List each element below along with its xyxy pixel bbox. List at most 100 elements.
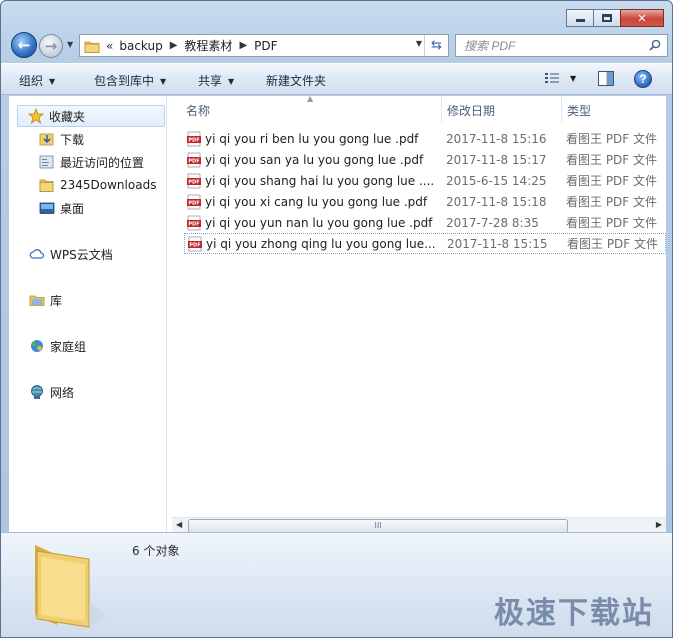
- star-icon: [27, 107, 45, 124]
- forward-button[interactable]: →: [39, 34, 63, 58]
- file-row[interactable]: PDF yi qi you san ya lu you gong lue .pdf…: [184, 149, 666, 170]
- new-folder-button[interactable]: 新建文件夹: [266, 72, 326, 89]
- file-row[interactable]: PDF yi qi you xi cang lu you gong lue .pd…: [184, 191, 666, 212]
- breadcrumb-separator-icon[interactable]: ▶: [239, 40, 247, 51]
- nav-item-label: 家庭组: [50, 339, 87, 354]
- file-name-cell[interactable]: PDF yi qi you xi cang lu you gong lue .pd…: [184, 194, 440, 210]
- file-type: 看图王 PDF 文件: [567, 237, 659, 251]
- chevron-down-icon: ▼: [228, 77, 235, 86]
- column-header-label: 修改日期: [447, 103, 496, 118]
- breadcrumb-item-backup[interactable]: backup: [119, 39, 162, 53]
- network-icon: [29, 384, 45, 400]
- nav-item-downloads[interactable]: 下载: [39, 128, 84, 150]
- breadcrumb-separator-icon[interactable]: ▶: [170, 40, 178, 51]
- nav-item-label: 网络: [50, 385, 75, 400]
- nav-item-2345downloads[interactable]: 2345Downloads: [39, 174, 156, 196]
- close-button[interactable]: ✕: [620, 9, 664, 27]
- nav-item-desktop[interactable]: 桌面: [39, 197, 84, 219]
- share-menu[interactable]: 共享 ▼: [198, 72, 234, 89]
- sort-ascending-icon: ▲: [307, 94, 314, 103]
- chevron-down-icon: ▼: [160, 77, 167, 86]
- back-button[interactable]: ←: [11, 32, 37, 58]
- column-header-label: 名称: [186, 103, 211, 118]
- nav-item-favorites[interactable]: 收藏夹: [17, 105, 165, 127]
- search-input[interactable]: [464, 38, 634, 53]
- file-type: 看图王 PDF 文件: [566, 153, 658, 167]
- file-row[interactable]: PDF yi qi you shang hai lu you gong lue .…: [184, 170, 666, 191]
- search-icon[interactable]: [649, 39, 661, 51]
- recent-pages-dropdown[interactable]: ▼: [67, 40, 73, 49]
- search-box[interactable]: [455, 34, 668, 57]
- breadcrumb-overflow[interactable]: «: [106, 39, 113, 53]
- column-header-type[interactable]: 类型: [567, 99, 591, 121]
- refresh-icon: ⇆: [431, 38, 442, 53]
- nav-item-network[interactable]: 网络: [29, 381, 74, 403]
- minimize-button[interactable]: [566, 9, 594, 27]
- folder-icon: [35, 545, 107, 628]
- preview-pane-button[interactable]: [598, 71, 614, 86]
- scrollbar-thumb[interactable]: III: [188, 519, 568, 533]
- file-type: 看图王 PDF 文件: [566, 174, 658, 188]
- nav-item-recent-places[interactable]: 最近访问的位置: [39, 151, 144, 173]
- pdf-file-icon: PDF: [186, 152, 202, 168]
- pdf-file-icon: PDF: [186, 131, 202, 147]
- minimize-icon: [575, 19, 585, 22]
- command-bar: 组织 ▼ 包含到库中 ▼ 共享 ▼ 新建文件夹 ▼ ?: [1, 63, 672, 95]
- scroll-left-icon[interactable]: ◀: [176, 520, 182, 529]
- column-divider[interactable]: [561, 96, 562, 122]
- file-name-cell[interactable]: PDF yi qi you yun nan lu you gong lue .pd…: [184, 215, 440, 231]
- maximize-icon: [602, 14, 612, 22]
- item-count: 6 个对象: [132, 544, 180, 558]
- file-name: yi qi you zhong qing lu you gong lue...: [206, 236, 436, 251]
- file-row[interactable]: PDF yi qi you ri ben lu you gong lue .pdf…: [184, 128, 666, 149]
- nav-item-label: 下载: [60, 132, 85, 147]
- details-pane: 6 个对象 极速下载站: [1, 532, 672, 637]
- svg-text:PDF: PDF: [188, 200, 199, 206]
- navigation-pane: 收藏夹 下载 最近访问的位置 2345Downloads 桌面 WPS云文档 库…: [9, 96, 167, 532]
- address-history-dropdown[interactable]: ▼: [416, 39, 422, 48]
- navigation-bar: ← → ▼ « backup ▶ 教程素材 ▶ PDF ▼ ⇆: [9, 31, 668, 59]
- file-name-cell[interactable]: PDF yi qi you shang hai lu you gong lue .…: [184, 173, 440, 189]
- nav-item-label: 桌面: [60, 201, 85, 216]
- file-type: 看图王 PDF 文件: [566, 195, 658, 209]
- watermark: 极速下载站: [494, 596, 654, 631]
- column-divider[interactable]: [441, 96, 442, 122]
- organize-menu[interactable]: 组织 ▼: [19, 72, 55, 89]
- new-folder-label: 新建文件夹: [266, 74, 327, 88]
- file-name-cell[interactable]: PDF yi qi you san ya lu you gong lue .pdf: [184, 152, 440, 168]
- include-in-library-menu[interactable]: 包含到库中 ▼: [94, 72, 166, 89]
- column-header-name[interactable]: 名称: [186, 99, 210, 121]
- column-header-date[interactable]: 修改日期: [447, 99, 495, 121]
- pdf-file-icon: PDF: [186, 173, 202, 189]
- pdf-file-icon: PDF: [186, 215, 202, 231]
- organize-label: 组织: [19, 74, 44, 88]
- file-date: 2017-11-8 15:16: [446, 131, 547, 146]
- address-bar[interactable]: « backup ▶ 教程素材 ▶ PDF ▼ ⇆: [79, 34, 449, 57]
- file-name-cell[interactable]: PDF yi qi you zhong qing lu you gong lue.…: [185, 236, 441, 252]
- file-name: yi qi you xi cang lu you gong lue .pdf: [205, 194, 428, 209]
- breadcrumb-item-pdf[interactable]: PDF: [254, 39, 277, 53]
- help-button[interactable]: ?: [634, 70, 652, 88]
- details-view-icon: [545, 73, 559, 83]
- file-type: 看图王 PDF 文件: [566, 132, 658, 146]
- refresh-button[interactable]: ⇆: [424, 35, 448, 56]
- close-icon: ✕: [637, 11, 647, 25]
- file-row[interactable]: PDF yi qi you yun nan lu you gong lue .pd…: [184, 212, 666, 233]
- nav-item-label: 收藏夹: [49, 109, 86, 124]
- scroll-right-icon[interactable]: ▶: [656, 520, 662, 529]
- maximize-button[interactable]: [593, 9, 621, 27]
- content-area: 收藏夹 下载 最近访问的位置 2345Downloads 桌面 WPS云文档 库…: [9, 94, 666, 534]
- change-view-button[interactable]: ▼: [544, 71, 576, 85]
- breadcrumb-item-tutorial[interactable]: 教程素材: [184, 37, 232, 54]
- desktop-icon: [39, 200, 55, 216]
- file-date: 2017-11-8 15:17: [446, 152, 547, 167]
- forward-arrow-icon: →: [44, 36, 58, 55]
- file-row[interactable]: PDF yi qi you zhong qing lu you gong lue.…: [184, 233, 666, 254]
- nav-item-wps-cloud[interactable]: WPS云文档: [29, 243, 113, 265]
- downloads-folder-icon: [39, 131, 55, 147]
- nav-item-libraries[interactable]: 库: [29, 289, 62, 311]
- file-date: 2015-6-15 14:25: [446, 173, 547, 188]
- file-name-cell[interactable]: PDF yi qi you ri ben lu you gong lue .pdf: [184, 131, 440, 147]
- nav-item-homegroup[interactable]: 家庭组: [29, 335, 86, 357]
- nav-item-label: 最近访问的位置: [60, 155, 145, 170]
